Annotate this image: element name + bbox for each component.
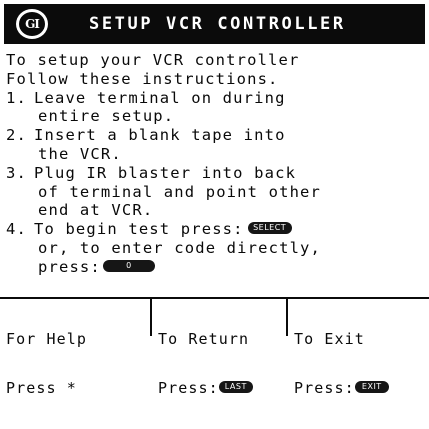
step-1-number: 1. [6,88,27,107]
help-hint: For Help Press * [6,299,144,396]
step-2-line-1: 2. Insert a blank tape into [6,126,424,145]
exit-hint-line-1: To Exit [294,330,365,348]
select-key-icon: SELECT [247,222,292,235]
return-hint-line-1: To Return [158,330,250,348]
exit-press-text: Press: [294,379,355,397]
step-4-number: 4. [6,220,27,239]
step-4-line-1: 4. To begin test press: SELECT [6,220,424,239]
step-1-line-1: 1. Leave terminal on during [6,89,424,108]
zero-key-icon: 0 [102,259,155,272]
return-press-text: Press: [158,379,219,397]
step-3-line-2: of terminal and point other [38,182,322,201]
gi-logo: GI [16,9,48,39]
step-3-text: Plug IR blaster into back [34,163,297,182]
step-3-line-3: end at VCR. [38,201,154,220]
return-hint: To Return Press: LAST [150,299,293,396]
vcr-setup-screen: GI SETUP VCR CONTROLLER To setup your VC… [0,0,429,396]
gi-logo-text: GI [19,12,45,36]
step-2-number: 2. [6,126,27,145]
step-3-line-1: 3. Plug IR blaster into back [6,164,424,183]
return-hint-line-2: Press: LAST [158,379,293,396]
step-1-text: Leave terminal on during [34,88,286,107]
step-2-text: Insert a blank tape into [34,126,286,145]
step-4-line-3: press: 0 [6,258,424,277]
help-hint-line-2: Press * [6,379,77,397]
intro-line-2: Follow these instructions. [6,69,279,88]
step-1-line-2: entire setup. [38,107,175,126]
step-4-line-2: or, to enter code directly, [38,238,322,257]
last-key-icon: LAST [218,381,253,393]
step-3-number: 3. [6,163,27,182]
step-4-text: To begin test press: [34,220,244,239]
exit-hint-line-2: Press: EXIT [294,379,429,396]
intro-line-1: To setup your VCR controller [6,51,300,69]
title-bar: GI SETUP VCR CONTROLLER [4,4,425,44]
exit-hint: To Exit Press: EXIT [286,299,429,396]
step-4-press-text: press: [38,257,101,276]
exit-key-icon: EXIT [354,381,389,393]
footer-bar: For Help Press * To Return Press: LAST To… [0,299,429,396]
step-2-line-2: the VCR. [38,144,122,163]
help-hint-line-1: For Help [6,330,88,348]
instructions: To setup your VCR controller Follow thes… [6,51,424,277]
page-title: SETUP VCR CONTROLLER [89,14,346,34]
